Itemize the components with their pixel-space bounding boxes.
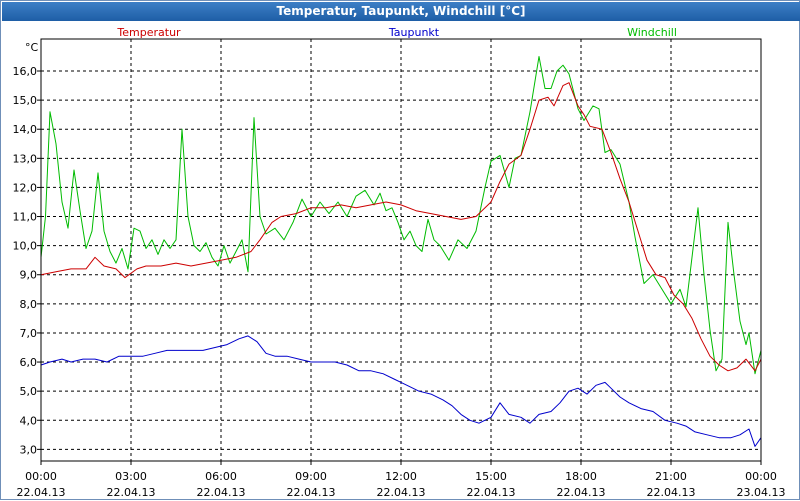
x-tick-date-label: 22.04.13 — [287, 486, 336, 499]
y-tick-label: 16,0 — [13, 65, 38, 78]
x-tick-date-label: 22.04.13 — [377, 486, 426, 499]
x-tick-time-label: 15:00 — [475, 470, 507, 483]
y-tick-label: 3,0 — [20, 443, 38, 456]
y-tick-label: 11,0 — [13, 211, 38, 224]
x-tick-time-label: 06:00 — [205, 470, 237, 483]
legend: Temperatur Taupunkt Windchill — [116, 26, 677, 39]
x-tick-date-label: 22.04.13 — [17, 486, 66, 499]
x-tick-date-label: 23.04.13 — [737, 486, 786, 499]
legend-entry: Taupunkt — [388, 26, 440, 39]
x-tick-time-label: 09:00 — [295, 470, 327, 483]
y-tick-label: 4,0 — [20, 414, 38, 427]
x-tick-date-label: 22.04.13 — [197, 486, 246, 499]
y-tick-label: 14,0 — [13, 123, 38, 136]
legend-entry: Windchill — [627, 26, 677, 39]
x-tick-date-label: 22.04.13 — [557, 486, 606, 499]
y-tick-label: 5,0 — [20, 385, 38, 398]
y-axis-label: °C — [25, 41, 39, 54]
x-tick-date-label: 22.04.13 — [467, 486, 516, 499]
x-tick-time-label: 00:00 — [25, 470, 57, 483]
x-tick-time-label: 03:00 — [115, 470, 147, 483]
y-tick-label: 15,0 — [13, 94, 38, 107]
y-tick-label: 6,0 — [20, 356, 38, 369]
legend-entry: Temperatur — [116, 26, 181, 39]
x-axis-ticks: 00:00 22.04.13 03:00 22.04.13 06:00 22.04.13 0… — [17, 461, 786, 499]
y-tick-label: 8,0 — [20, 298, 38, 311]
y-tick-label: 12,0 — [13, 181, 38, 194]
x-tick-date-label: 22.04.13 — [647, 486, 696, 499]
x-tick-time-label: 18:00 — [565, 470, 597, 483]
x-tick-time-label: 12:00 — [385, 470, 417, 483]
x-tick-date-label: 22.04.13 — [107, 486, 156, 499]
line-chart: °C 3,0 4,0 5,0 6,0 7,0 8,0 9,0 10,0 11,0 12,0 13,0… — [13, 26, 786, 499]
x-tick-time-label: 21:00 — [655, 470, 687, 483]
chart-window: Temperatur, Taupunkt, Windchill [°C] °C … — [0, 0, 800, 500]
y-tick-label: 13,0 — [13, 152, 38, 165]
x-tick-time-label: 00:00 — [745, 470, 777, 483]
y-tick-label: 10,0 — [13, 240, 38, 253]
y-tick-label: 7,0 — [20, 327, 38, 340]
y-tick-label: 9,0 — [20, 269, 38, 282]
grid-lines — [41, 39, 761, 461]
y-axis-ticks: 3,0 4,0 5,0 6,0 7,0 8,0 9,0 10,0 11,0 12,0 13,0 14,… — [13, 65, 41, 456]
